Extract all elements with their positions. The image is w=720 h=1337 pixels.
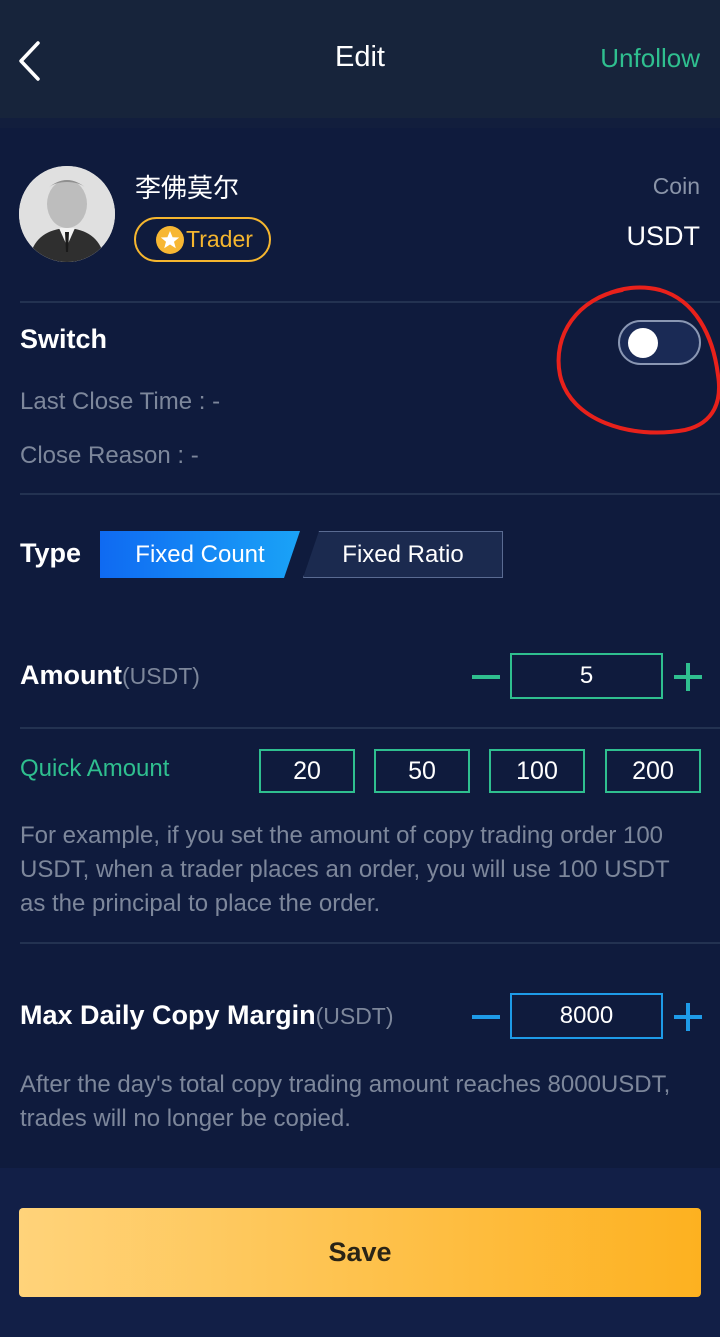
quick-amount-20[interactable]: 20 xyxy=(259,749,355,793)
quick-amount-100[interactable]: 100 xyxy=(489,749,585,793)
divider xyxy=(20,493,720,495)
badge-label: Trader xyxy=(186,226,253,252)
tab-fixed-count[interactable]: Fixed Count xyxy=(100,531,300,578)
toggle-knob xyxy=(628,328,658,358)
max-margin-decrease-button[interactable] xyxy=(471,1002,501,1032)
coin-label: Coin xyxy=(652,173,700,199)
amount-label: Amount(USDT) xyxy=(20,660,200,691)
unfollow-button[interactable]: Unfollow xyxy=(600,43,700,74)
save-button[interactable]: Save xyxy=(19,1208,701,1297)
amount-unit: (USDT) xyxy=(121,663,200,689)
trader-badge: Trader xyxy=(134,217,271,262)
type-label: Type xyxy=(20,538,82,568)
amount-increase-button[interactable] xyxy=(673,662,703,692)
star-icon xyxy=(156,225,184,254)
divider xyxy=(20,301,720,303)
trader-name: 李佛莫尔 xyxy=(135,174,240,204)
amount-decrease-button[interactable] xyxy=(471,662,501,692)
last-close-time: Last Close Time : - xyxy=(20,388,221,415)
max-margin-unit: (USDT) xyxy=(315,1003,394,1029)
top-bar: Edit Unfollow xyxy=(0,0,720,118)
quick-amount-label: Quick Amount xyxy=(20,755,170,782)
copy-switch-toggle[interactable] xyxy=(618,320,701,365)
close-reason: Close Reason : - xyxy=(20,442,199,469)
divider xyxy=(20,942,720,944)
switch-label: Switch xyxy=(20,324,108,354)
amount-input[interactable]: 5 xyxy=(510,653,663,699)
portrait-image xyxy=(19,166,115,262)
max-margin-help-text: After the day's total copy trading amoun… xyxy=(20,1071,671,1132)
max-margin-increase-button[interactable] xyxy=(673,1002,703,1032)
tab-fixed-ratio[interactable]: Fixed Ratio xyxy=(303,531,503,578)
quick-amount-50[interactable]: 50 xyxy=(374,749,470,793)
amount-help-text: For example, if you set the amount of co… xyxy=(20,822,670,917)
quick-amount-200[interactable]: 200 xyxy=(605,749,701,793)
max-margin-input[interactable]: 8000 xyxy=(510,993,663,1039)
max-margin-label-text: Max Daily Copy Margin xyxy=(20,1000,316,1030)
header-separator xyxy=(0,118,720,128)
amount-label-text: Amount xyxy=(20,660,122,690)
max-margin-label: Max Daily Copy Margin(USDT) xyxy=(20,1000,394,1031)
divider xyxy=(20,727,720,729)
avatar xyxy=(19,166,115,262)
coin-value: USDT xyxy=(626,221,701,251)
